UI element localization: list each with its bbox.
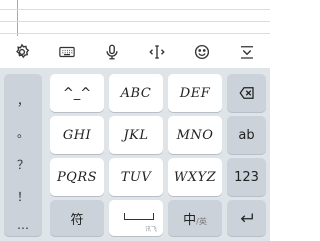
number-mode-button[interactable]: 123 [227,158,266,196]
keyboard-icon[interactable] [57,42,77,62]
key-label: 符 [70,212,84,228]
backspace-button[interactable] [227,74,266,112]
key-tuv[interactable]: TUV [109,158,163,196]
key-label: TUV [120,169,152,185]
punctuation-ellipsis[interactable]: … [4,218,42,232]
punctuation-exclamation[interactable]: ！ [4,188,42,205]
emoji-icon[interactable] [192,42,212,62]
key-label: GHI [62,127,92,143]
key-label: DEF [179,85,211,101]
key-label: ab [238,127,255,143]
key-ghi[interactable]: GHI [50,116,104,154]
microphone-icon[interactable] [102,42,122,62]
key-mno[interactable]: MNO [168,116,222,154]
backspace-icon [238,87,254,99]
enter-button[interactable] [227,200,266,236]
enter-icon [240,213,253,223]
space-icon [124,213,154,220]
key-jkl[interactable]: JKL [109,116,163,154]
key-label: 123 [234,169,259,185]
paper-rule-line [0,33,270,34]
note-paper[interactable] [0,0,270,36]
key-label: WXYZ [173,169,217,185]
key-pqrs[interactable]: PQRS [50,158,104,196]
symbols-button[interactable]: 符 [50,200,104,236]
paper-margin-line [17,0,18,36]
space-button[interactable]: 讯飞 [109,200,163,236]
key-def[interactable]: DEF [168,74,222,112]
punctuation-question[interactable]: ？ [4,156,42,173]
settings-icon[interactable] [12,42,32,62]
keyboard-toolbar [0,36,270,68]
key-label: ^_^ [62,85,92,101]
language-switch-button[interactable]: 中/英 [168,200,222,236]
key-label: ABC [120,85,152,101]
punctuation-period[interactable]: 。 [4,124,42,141]
space-brand-label: 讯飞 [144,226,157,233]
key-emoticon[interactable]: ^_^ [50,74,104,112]
punctuation-column[interactable]: ， 。 ？ ！ … [4,74,42,236]
punctuation-comma[interactable]: ， [4,92,42,109]
key-label: PQRS [56,169,98,185]
paper-rule-line [0,21,270,22]
key-label: JKL [123,127,149,143]
key-abc[interactable]: ABC [109,74,163,112]
key-label: MNO [176,127,214,143]
collapse-keyboard-icon[interactable] [237,42,257,62]
lang-alt-label: /英 [196,216,207,226]
english-mode-button[interactable]: ab [227,116,266,154]
cursor-move-icon[interactable] [147,42,167,62]
lang-main-label: 中 [183,212,197,228]
nine-key-keyboard: ， 。 ？ ！ … ^_^ ABC DEF GHI JKL MNO ab PQR… [0,68,270,241]
paper-rule-line [0,9,270,10]
key-wxyz[interactable]: WXYZ [168,158,222,196]
